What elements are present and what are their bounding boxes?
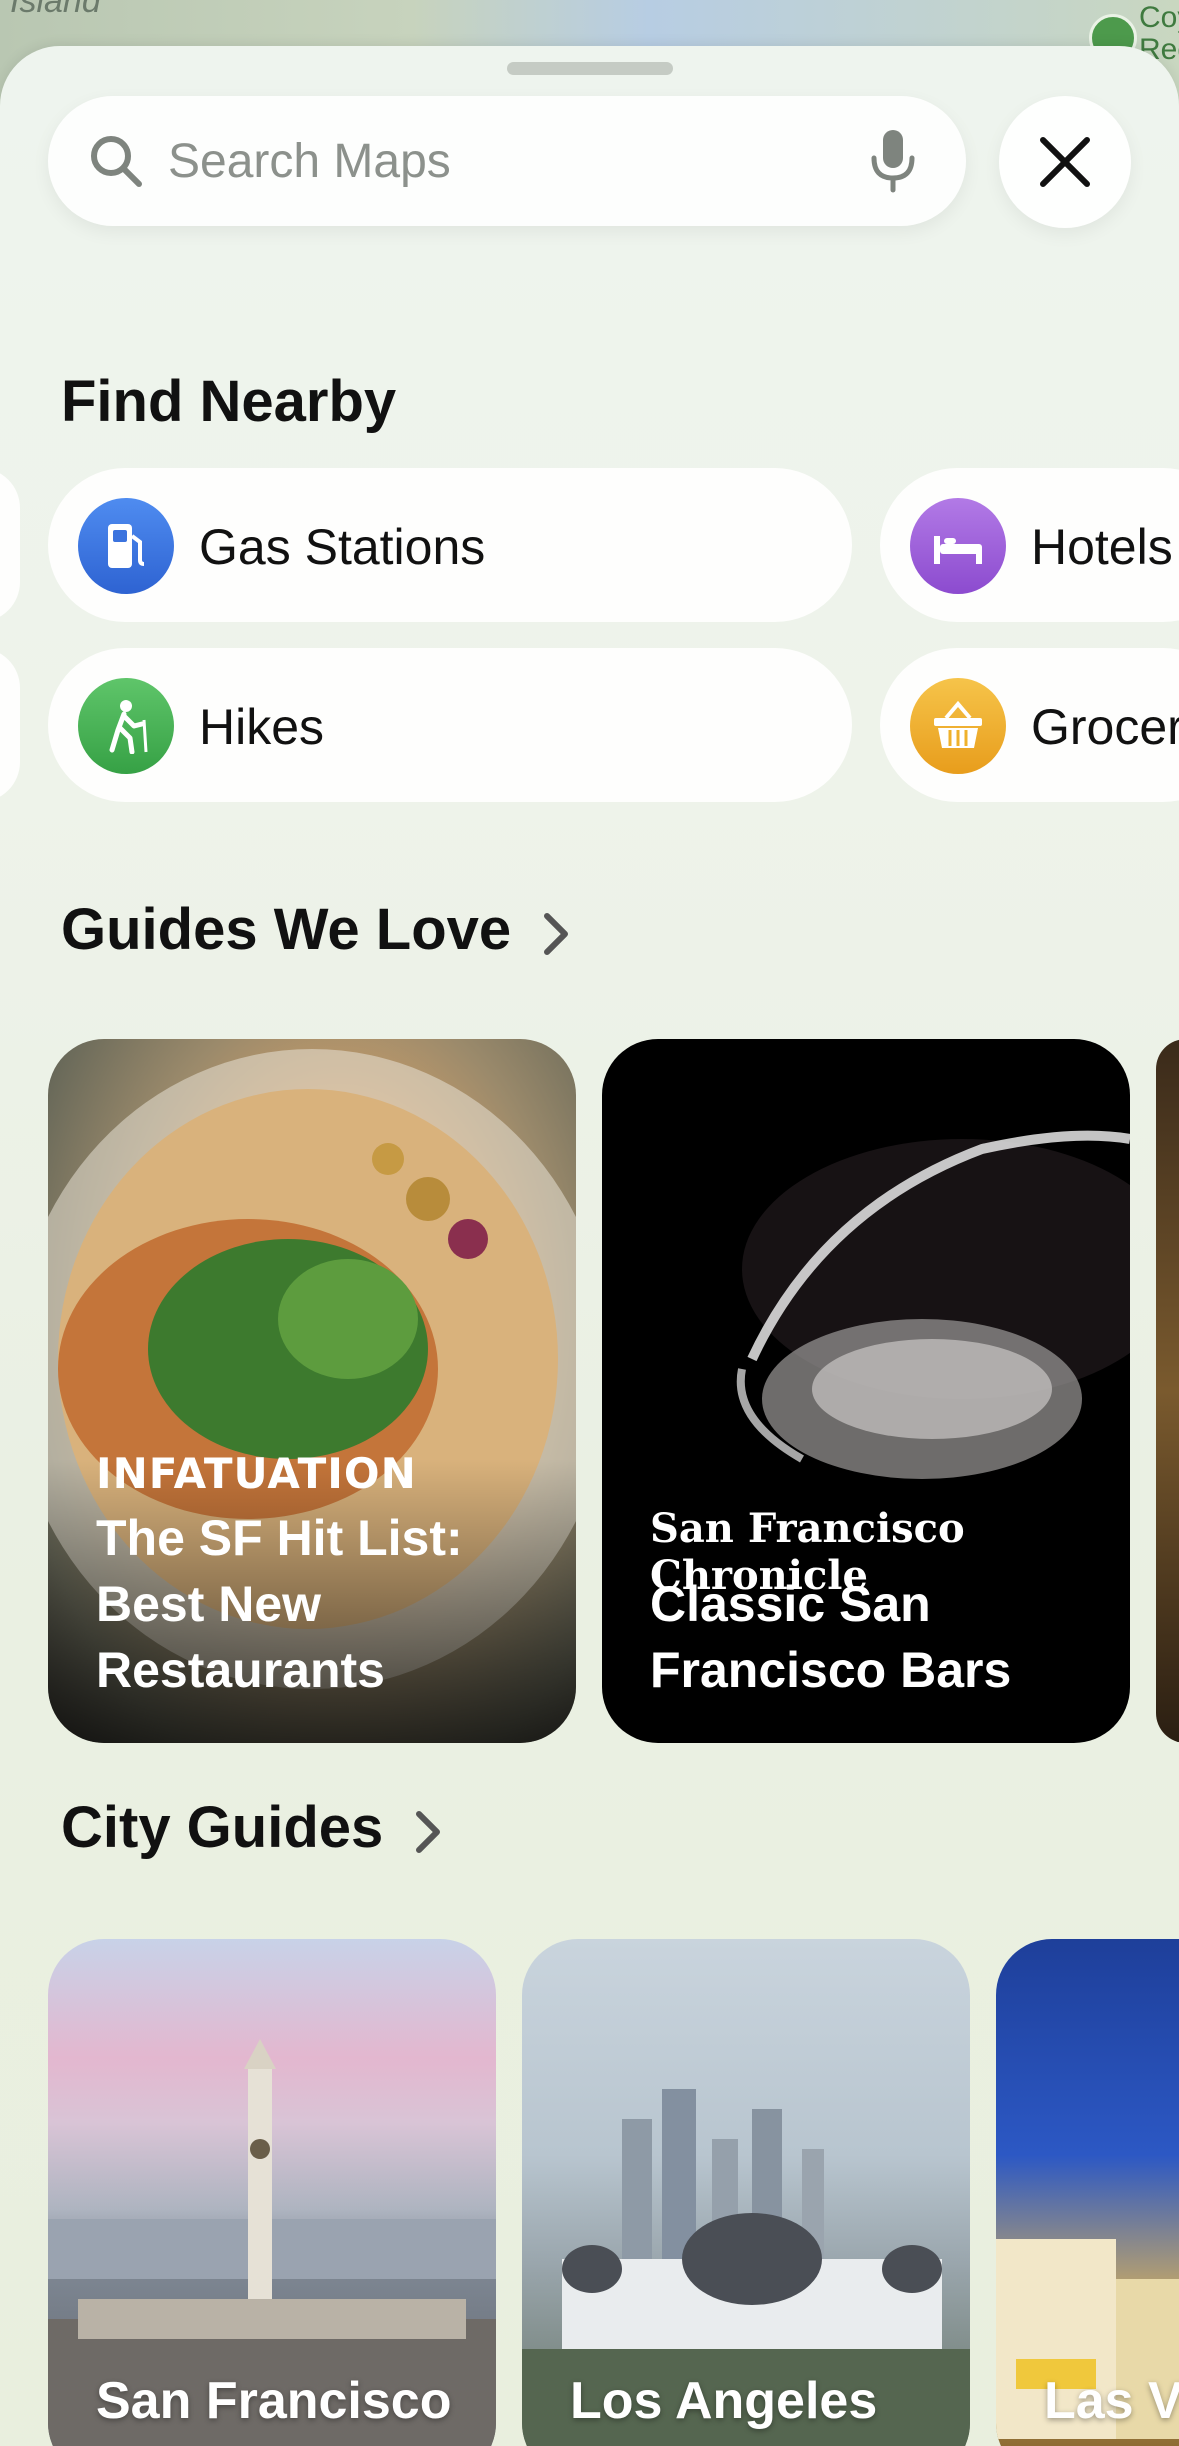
city-card-las-vegas[interactable]: Las V — [996, 1939, 1179, 2446]
close-icon — [1040, 137, 1090, 187]
chip-partial-left[interactable] — [0, 468, 20, 622]
city-card-san-francisco[interactable]: San Francisco — [48, 1939, 496, 2446]
chip-label: Hikes — [199, 699, 325, 755]
chip-label: Grocer — [1031, 699, 1179, 755]
chip-partial-left[interactable] — [0, 648, 20, 802]
chip-groceries[interactable]: Grocer — [880, 648, 1179, 802]
basket-icon — [910, 678, 1006, 774]
guide-card-sf-chronicle[interactable]: San Francisco Chronicle Classic San Fran… — [602, 1039, 1130, 1743]
search-input[interactable]: Search Maps — [168, 134, 451, 189]
fuel-pump-icon — [78, 498, 174, 594]
map-label: Island — [10, 0, 101, 20]
hiker-icon — [78, 678, 174, 774]
chip-label: Gas Stations — [199, 519, 486, 575]
los-angeles-photo — [522, 2089, 970, 2446]
chip-hotels[interactable]: Hotels — [880, 468, 1179, 622]
guide-title: Classic San Francisco Bars — [650, 1576, 1012, 1698]
search-sheet: Search Maps Find Nearby Gas Stations Hot… — [0, 46, 1179, 2446]
chip-gas-stations[interactable]: Gas Stations — [48, 468, 852, 622]
bed-icon — [910, 498, 1006, 594]
search-bar[interactable]: Search Maps — [48, 96, 966, 226]
guides-section-header[interactable]: Guides We Love — [61, 896, 571, 963]
search-icon — [91, 136, 142, 187]
close-button[interactable] — [999, 96, 1131, 228]
city-guides-title: City Guides — [61, 1795, 384, 1860]
guide-brand: INFATUATION — [96, 1449, 417, 1498]
las-vegas-photo — [996, 2239, 1179, 2439]
city-name: Las V — [1044, 2372, 1179, 2430]
guides-title: Guides We Love — [61, 897, 512, 962]
guide-card-infatuation[interactable]: INFATUATION The SF Hit List: Best New Re… — [48, 1039, 576, 1743]
city-card-los-angeles[interactable]: Los Angeles — [522, 1939, 970, 2446]
city-name: San Francisco — [96, 2372, 452, 2430]
chip-label: Hotels — [1031, 519, 1173, 575]
san-francisco-photo — [48, 2039, 496, 2446]
chevron-right-icon — [544, 912, 569, 955]
chevron-right-icon — [416, 1810, 441, 1853]
sheet-grabber[interactable] — [507, 62, 673, 75]
city-name: Los Angeles — [570, 2372, 878, 2430]
guide-title: The SF Hit List: Best New Restaurants — [96, 1510, 463, 1698]
city-guides-section-header[interactable]: City Guides — [61, 1794, 443, 1861]
guide-card-partial[interactable] — [1156, 1039, 1179, 1743]
find-nearby-title: Find Nearby — [61, 369, 397, 434]
chip-hikes[interactable]: Hikes — [48, 648, 852, 802]
microphone-icon[interactable] — [868, 128, 918, 194]
